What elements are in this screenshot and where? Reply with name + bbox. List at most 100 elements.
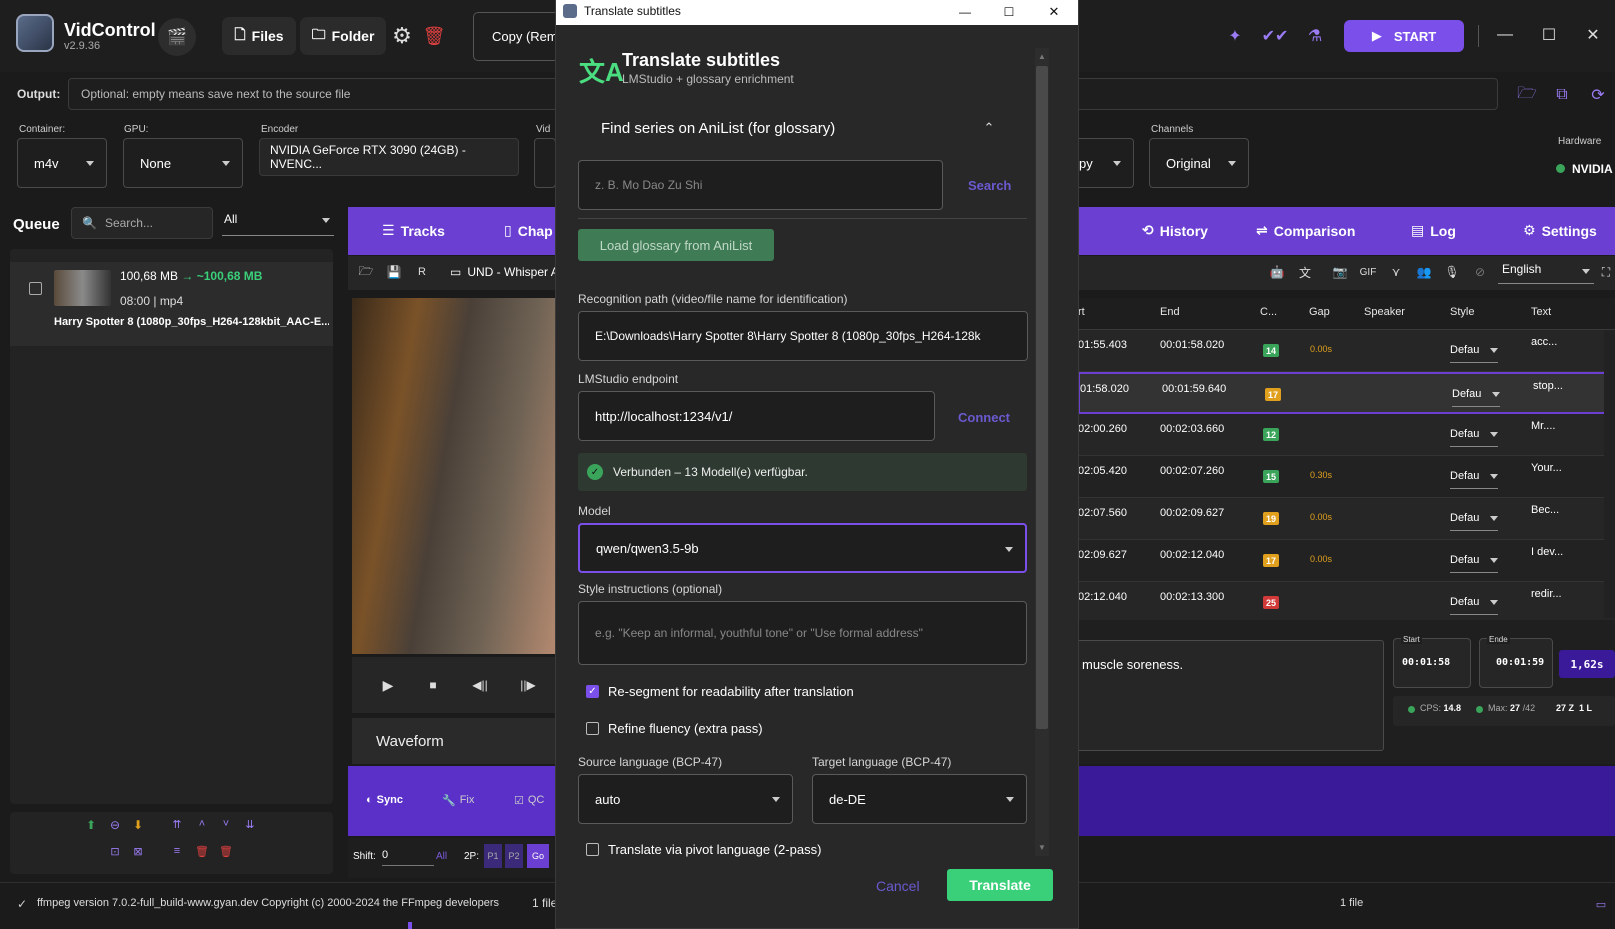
fullscreen-icon[interactable]: ⛶ xyxy=(1598,264,1614,280)
move-up-icon[interactable]: ˄ xyxy=(195,818,209,830)
table-row[interactable]: 02:05.420 00:02:07.260 0.30s Defau Your... 15 xyxy=(1078,456,1615,498)
video-select[interactable] xyxy=(534,138,556,188)
panel-toggle-icon[interactable]: ▭ xyxy=(1593,897,1609,911)
col-gap[interactable]: Gap xyxy=(1309,306,1330,318)
queue-search-input[interactable]: 🔍 Search... xyxy=(71,207,213,239)
language-select[interactable]: English xyxy=(1498,262,1594,284)
minus-circle-icon[interactable]: ⊖ xyxy=(108,818,122,832)
resegment-checkbox[interactable]: ✓ xyxy=(586,685,599,698)
clear-list-icon[interactable]: ≡ xyxy=(170,845,184,857)
model-select[interactable]: qwen/qwen3.5-9b xyxy=(578,523,1027,573)
block-icon[interactable]: ⊘ xyxy=(1471,264,1489,280)
move-top-icon[interactable]: ⇈ xyxy=(170,818,184,831)
folder-sync-icon[interactable]: ⟳ xyxy=(1587,84,1609,106)
select-all-icon[interactable]: ⊡ xyxy=(108,845,122,858)
p2-button[interactable]: P2 xyxy=(505,844,523,868)
gear-icon[interactable]: ⚙ xyxy=(389,22,415,50)
endpoint-input[interactable]: http://localhost:1234/v1/ xyxy=(578,391,935,441)
table-row[interactable]: 01:55.403 00:01:58.020 0.00s Defau acc... 14 xyxy=(1078,330,1615,372)
microphone-icon[interactable]: 🎙 xyxy=(1443,264,1461,280)
target-language-select[interactable]: de-DE xyxy=(812,774,1027,824)
video-preview[interactable] xyxy=(352,298,557,654)
cancel-button[interactable]: Cancel xyxy=(876,878,920,894)
fix-button[interactable]: 🔧 Fix xyxy=(442,794,474,807)
go-button[interactable]: Go xyxy=(527,844,549,868)
style-instructions-input[interactable]: e.g. "Keep an informal, youthful tone" o… xyxy=(578,601,1027,665)
save-icon[interactable]: 💾 xyxy=(386,264,402,280)
chevron-up-icon[interactable]: ⌃ xyxy=(981,120,997,136)
dialog-maximize-icon[interactable]: ☐ xyxy=(999,3,1019,21)
deselect-icon[interactable]: ⊠ xyxy=(131,845,145,858)
connect-button[interactable]: Connect xyxy=(958,410,1010,425)
col-cps[interactable]: C... xyxy=(1260,306,1277,318)
chevron-down-icon[interactable] xyxy=(1490,600,1498,605)
dialog-scroll-thumb[interactable] xyxy=(1036,66,1048,729)
col-speaker[interactable]: Speaker xyxy=(1364,306,1405,318)
tab-comparison[interactable]: ⇌ Comparison xyxy=(1256,222,1355,239)
open-icon[interactable]: 🗁 xyxy=(358,264,374,280)
col-style[interactable]: Style xyxy=(1450,306,1474,318)
search-button[interactable]: Search xyxy=(968,178,1011,193)
channels-select[interactable]: Original xyxy=(1149,138,1249,188)
speakers-icon[interactable]: 👥 xyxy=(1415,264,1433,280)
prev-frame-icon[interactable]: ◀|| xyxy=(470,677,490,693)
col-start[interactable]: rt xyxy=(1078,306,1085,318)
merge-icon[interactable]: ⋎ xyxy=(1387,264,1405,280)
chevron-down-icon[interactable] xyxy=(1492,392,1500,397)
translate-button[interactable]: Translate xyxy=(947,869,1053,901)
scroll-up-icon[interactable]: ▲ xyxy=(1036,50,1048,62)
anilist-search-input[interactable]: z. B. Mo Dao Zu Shi xyxy=(578,160,943,210)
container-select[interactable]: m4v xyxy=(17,138,107,188)
tab-settings[interactable]: ⚙ Settings xyxy=(1523,222,1597,239)
table-row[interactable]: 01:58.020 00:01:59.640 Defau stop... 17 xyxy=(1078,372,1615,414)
close-icon[interactable]: ✕ xyxy=(1582,24,1604,46)
source-language-select[interactable]: auto xyxy=(578,774,793,824)
recognition-path-input[interactable]: E:\Downloads\Harry Spotter 8\Harry Spott… xyxy=(578,311,1028,361)
copy-icon[interactable]: ⧉ xyxy=(1551,84,1573,106)
folder-button[interactable]: 🗀 Folder xyxy=(300,17,386,55)
delete-icon[interactable]: 🗑 xyxy=(195,845,209,858)
maximize-icon[interactable]: ☐ xyxy=(1538,24,1560,46)
chevron-down-icon[interactable] xyxy=(1490,432,1498,437)
audio-select[interactable]: py xyxy=(1070,138,1134,188)
qc-button[interactable]: ☑ QC xyxy=(514,794,544,807)
flask-icon[interactable]: ⚗ xyxy=(1302,24,1328,48)
stop-icon[interactable]: ■ xyxy=(425,677,441,693)
table-row[interactable]: 02:09.627 00:02:12.040 0.00s Defau I dev... 1… xyxy=(1078,540,1615,582)
shift-input[interactable]: 0 xyxy=(382,846,434,866)
refine-checkbox[interactable] xyxy=(586,722,599,735)
chevron-down-icon[interactable] xyxy=(1490,516,1498,521)
tab-history[interactable]: ⟲ History xyxy=(1142,222,1208,239)
sync-button[interactable]: ◐ Sync xyxy=(366,794,403,806)
table-row[interactable]: 02:12.040 00:02:13.300 Defau redir... 25 xyxy=(1078,582,1615,624)
p1-button[interactable]: P1 xyxy=(484,844,502,868)
move-bottom-icon[interactable]: ⇊ xyxy=(243,818,257,831)
scroll-down-icon[interactable]: ▼ xyxy=(1036,841,1048,853)
queue-item-checkbox[interactable] xyxy=(29,282,42,295)
tab-tracks[interactable]: ☰ Tracks xyxy=(382,222,445,239)
dialog-close-icon[interactable]: ✕ xyxy=(1044,3,1064,21)
camera-icon[interactable]: 📷 xyxy=(1331,264,1349,280)
all-button[interactable]: All xyxy=(436,851,447,862)
chevron-down-icon[interactable] xyxy=(1490,348,1498,353)
copy-mode-button[interactable]: Copy (Rem xyxy=(473,12,559,61)
chevron-down-icon[interactable] xyxy=(1490,558,1498,563)
table-row[interactable]: 02:07.560 00:02:09.627 0.00s Defau Bec... 19 xyxy=(1078,498,1615,540)
double-check-icon[interactable]: ✔✔ xyxy=(1262,24,1289,48)
delete-all-icon[interactable]: 🗑 xyxy=(219,845,233,858)
play-icon[interactable]: ▶ xyxy=(380,677,396,693)
arrow-down-icon[interactable]: ⬇ xyxy=(131,818,145,832)
tab-log[interactable]: ▤ Log xyxy=(1411,222,1456,239)
start-button[interactable]: ▶ START xyxy=(1344,20,1464,52)
move-down-icon[interactable]: ˅ xyxy=(219,818,233,830)
gif-icon[interactable]: GIF xyxy=(1359,264,1377,280)
pivot-checkbox[interactable] xyxy=(586,843,599,856)
col-text[interactable]: Text xyxy=(1531,306,1551,318)
end-time-field[interactable]: 00:01:59 xyxy=(1479,638,1553,688)
tab-chapters[interactable]: ▯ Chap xyxy=(504,222,553,239)
table-scrollbar[interactable] xyxy=(1604,330,1615,618)
robot-icon[interactable]: 🤖 xyxy=(1268,264,1286,280)
col-end[interactable]: End xyxy=(1160,306,1180,318)
load-glossary-button[interactable]: Load glossary from AniList xyxy=(578,229,774,261)
track-select[interactable]: ▭ UND - Whisper A xyxy=(450,265,559,279)
